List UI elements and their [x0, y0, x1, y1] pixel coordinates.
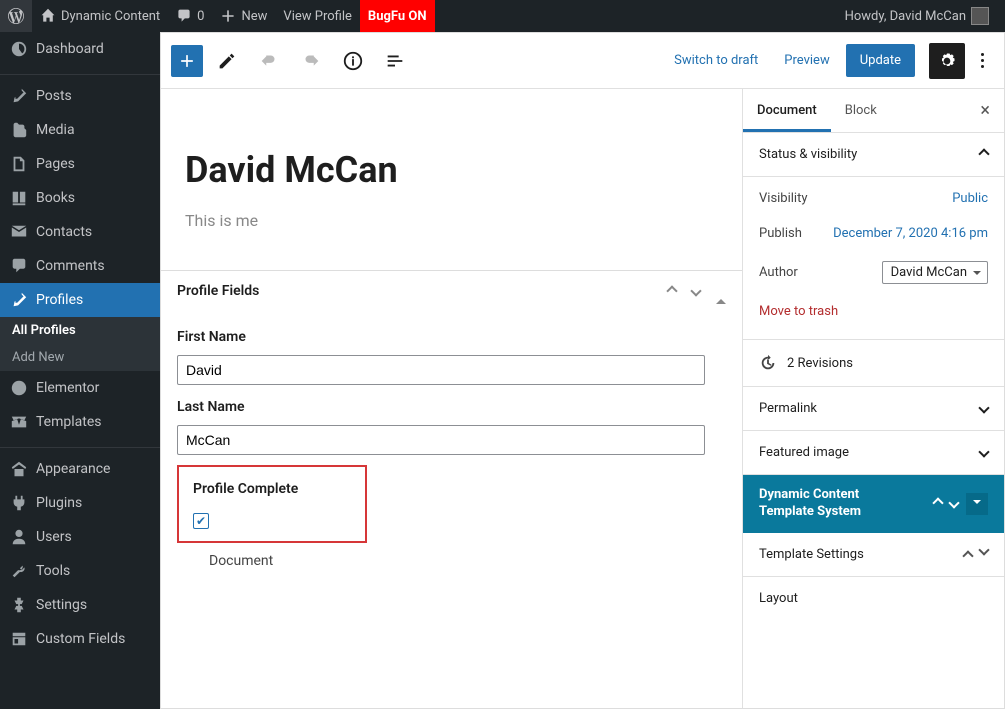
menu-contacts[interactable]: Contacts [0, 215, 160, 249]
redo-button[interactable] [293, 43, 329, 79]
my-account[interactable]: Howdy, David McCan [837, 0, 997, 32]
menu-elementor[interactable]: Elementor [0, 371, 160, 405]
menu-books[interactable]: Books [0, 181, 160, 215]
author-label: Author [759, 265, 798, 280]
editor-toolbar: Switch to draft Preview Update [161, 33, 1004, 89]
editor: Switch to draft Preview Update David McC… [160, 32, 1005, 709]
settings-panel: Document Block × Status & visibility Vis… [742, 89, 1004, 708]
profile-complete-label: Profile Complete [193, 481, 351, 497]
menu-posts[interactable]: Posts [0, 79, 160, 113]
more-menu-button[interactable] [971, 53, 994, 68]
first-name-label: First Name [177, 329, 726, 345]
section-status-visibility[interactable]: Status & visibility [743, 133, 1004, 177]
submenu-all-profiles[interactable]: All Profiles [0, 317, 160, 344]
menu-media[interactable]: Media [0, 113, 160, 147]
admin-bar: Dynamic Content 0 New View Profile BugFu… [0, 0, 1005, 32]
site-home[interactable]: Dynamic Content [32, 0, 168, 32]
section-layout[interactable]: Layout [743, 577, 1004, 620]
metabox-up-icon[interactable] [668, 283, 676, 299]
metabox-collapse-icon[interactable] [716, 283, 726, 299]
metabox-title: Profile Fields [177, 283, 259, 299]
new-content[interactable]: New [212, 0, 275, 32]
close-panel-button[interactable]: × [966, 100, 1004, 121]
menu-pages[interactable]: Pages [0, 147, 160, 181]
switch-draft-button[interactable]: Switch to draft [664, 53, 768, 68]
menu-tools[interactable]: Tools [0, 554, 160, 588]
outline-button[interactable] [377, 43, 413, 79]
menu-comments[interactable]: Comments [0, 249, 160, 283]
admin-sidebar: Dashboard Posts Media Pages Books Contac… [0, 32, 160, 709]
update-button[interactable]: Update [846, 44, 915, 77]
dc-down-icon[interactable] [950, 496, 958, 511]
acf-document-tab[interactable]: Document [177, 543, 726, 579]
section-featured-image[interactable]: Featured image [743, 431, 1004, 475]
settings-toggle-button[interactable] [929, 43, 965, 79]
menu-profiles[interactable]: Profiles [0, 283, 160, 317]
editor-canvas: David McCan This is me Profile Fields Fi… [161, 89, 742, 708]
comments-link[interactable]: 0 [168, 0, 212, 32]
menu-custom-fields[interactable]: Custom Fields [0, 622, 160, 656]
author-select[interactable]: David McCan [882, 261, 988, 284]
history-icon [759, 354, 777, 372]
first-name-input[interactable] [177, 355, 705, 385]
menu-templates[interactable]: Templates [0, 405, 160, 439]
info-button[interactable] [335, 43, 371, 79]
menu-settings[interactable]: Settings [0, 588, 160, 622]
dc-up-icon[interactable] [934, 496, 942, 511]
view-profile[interactable]: View Profile [275, 0, 359, 32]
profile-complete-highlight: Profile Complete ✔ [177, 465, 367, 543]
last-name-input[interactable] [177, 425, 705, 455]
move-to-trash[interactable]: Move to trash [759, 294, 988, 325]
visibility-label: Visibility [759, 191, 808, 206]
profile-fields-metabox: Profile Fields First Name Last Name [161, 270, 742, 595]
tab-document[interactable]: Document [743, 89, 831, 132]
add-block-button[interactable] [171, 45, 203, 77]
edit-mode-button[interactable] [209, 43, 245, 79]
visibility-value[interactable]: Public [952, 191, 988, 206]
tab-block[interactable]: Block [831, 89, 891, 132]
post-title[interactable]: David McCan [161, 89, 742, 211]
section-dynamic-content[interactable]: Dynamic ContentTemplate System [743, 475, 1004, 533]
section-template-settings[interactable]: Template Settings [743, 533, 1004, 577]
post-content[interactable]: This is me [161, 211, 742, 270]
preview-button[interactable]: Preview [774, 53, 839, 68]
profile-complete-checkbox[interactable]: ✔ [193, 513, 209, 529]
revisions-link[interactable]: 2 Revisions [743, 340, 1004, 387]
panel-tabs: Document Block × [743, 89, 1004, 133]
menu-plugins[interactable]: Plugins [0, 486, 160, 520]
menu-users[interactable]: Users [0, 520, 160, 554]
metabox-down-icon[interactable] [692, 283, 700, 299]
section-permalink[interactable]: Permalink [743, 387, 1004, 431]
undo-button[interactable] [251, 43, 287, 79]
avatar-icon [971, 7, 989, 25]
last-name-label: Last Name [177, 399, 726, 415]
submenu-add-new[interactable]: Add New [0, 344, 160, 371]
dc-dropdown-icon[interactable] [966, 493, 988, 515]
submenu-profiles: All Profiles Add New [0, 317, 160, 371]
bugfu-toggle[interactable]: BugFu ON [360, 0, 435, 32]
publish-label: Publish [759, 226, 802, 241]
menu-dashboard[interactable]: Dashboard [0, 32, 160, 66]
wp-logo[interactable] [0, 0, 32, 32]
menu-appearance[interactable]: Appearance [0, 452, 160, 486]
publish-value[interactable]: December 7, 2020 4:16 pm [833, 226, 988, 241]
